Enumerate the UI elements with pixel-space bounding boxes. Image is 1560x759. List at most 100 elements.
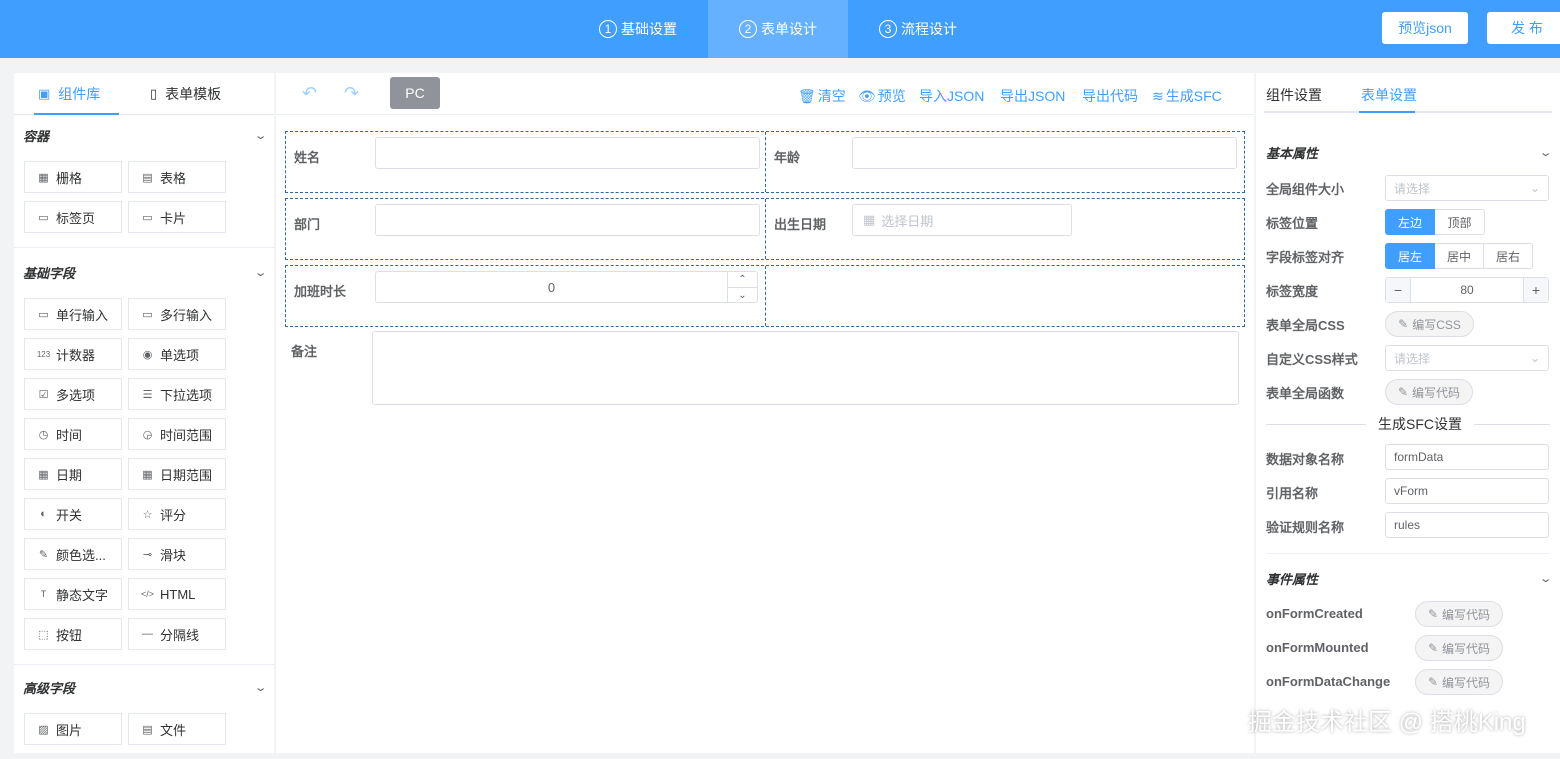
overtime-number-input[interactable]: 0 ⌃ ⌄ — [375, 271, 758, 303]
grid-row[interactable]: 姓名 年龄 — [285, 131, 1245, 193]
widget-label: 时间范围 — [160, 427, 213, 443]
widget-html[interactable]: </> HTML — [128, 578, 226, 610]
label-pos-left[interactable]: 左边 — [1385, 209, 1435, 235]
export-code-button[interactable]: 导出代码 — [1082, 86, 1138, 106]
align-center[interactable]: 居中 — [1435, 243, 1484, 269]
widget-color[interactable]: ✎ 颜色选... — [24, 538, 122, 570]
on-change-edit-button[interactable]: ✎ 编写代码 — [1415, 669, 1503, 695]
widget-static-text[interactable]: T 静态文字 — [24, 578, 122, 610]
pencil-icon: ✎ — [38, 548, 49, 561]
prop-label: 自定义CSS样式 — [1266, 352, 1358, 367]
trash-icon: 🗑 — [798, 87, 816, 104]
widget-table[interactable]: ▤ 表格 — [128, 161, 226, 193]
widget-divider[interactable]: — 分隔线 — [128, 618, 226, 650]
widget-date-range[interactable]: ▦ 日期范围 — [128, 458, 226, 490]
edit-css-button[interactable]: ✎ 编写CSS — [1385, 311, 1474, 337]
preview-button[interactable]: 👁 预览 — [858, 86, 906, 106]
prop-label: 表单全局函数 — [1266, 386, 1345, 401]
name-input[interactable] — [375, 137, 760, 169]
birth-date-picker[interactable]: ▦ 选择日期 — [852, 204, 1072, 236]
widget-switch[interactable]: ◐ 开关 — [24, 498, 122, 530]
decrease-icon[interactable]: ⌄ — [728, 287, 757, 302]
tab-components[interactable]: ▣ 组件库 — [38, 73, 100, 115]
label-pos-top[interactable]: 顶部 — [1435, 209, 1485, 235]
grid-cell[interactable]: 年龄 — [765, 132, 1244, 192]
widget-select[interactable]: ☰ 下拉选项 — [128, 378, 226, 410]
step-basic-settings[interactable]: 1 基础设置 — [568, 0, 708, 58]
calendar-icon: ▦ — [863, 212, 876, 227]
step-number: 2 — [739, 20, 757, 38]
toolbar-label: 清空 — [817, 88, 846, 104]
widget-file[interactable]: ▤ 文件 — [128, 713, 226, 745]
widget-number[interactable]: 123 计数器 — [24, 338, 122, 370]
widget-picture[interactable]: ▨ 图片 — [24, 713, 122, 745]
collapse-title: 事件属性 — [1266, 572, 1319, 587]
widget-label: 开关 — [56, 507, 83, 523]
advanced-section-header[interactable]: 高级字段 ⌄ — [14, 667, 274, 707]
custom-css-select[interactable]: 请选择 ⌄ — [1385, 345, 1549, 371]
tab-templates[interactable]: ▯ 表单模板 — [150, 73, 221, 115]
size-select[interactable]: 请选择 ⌄ — [1385, 175, 1549, 201]
align-right[interactable]: 居右 — [1484, 243, 1533, 269]
widget-time-range[interactable]: ◶ 时间范围 — [128, 418, 226, 450]
basic-section-header[interactable]: 基础字段 ⌄ — [14, 252, 274, 292]
number-stepper[interactable]: ⌃ ⌄ — [727, 272, 757, 302]
widget-date[interactable]: ▦ 日期 — [24, 458, 122, 490]
minus-icon[interactable]: − — [1386, 278, 1410, 302]
label-width-input[interactable]: − 80 + — [1385, 277, 1549, 303]
widget-rate[interactable]: ☆ 评分 — [128, 498, 226, 530]
export-json-button[interactable]: 导出JSON — [1000, 86, 1065, 106]
data-object-input[interactable]: formData — [1385, 444, 1549, 470]
align-left[interactable]: 居左 — [1385, 243, 1435, 269]
pc-layout-button[interactable]: PC — [390, 77, 440, 109]
redo-icon[interactable]: ↷ — [344, 83, 359, 104]
tab-component-settings[interactable]: 组件设置 — [1266, 85, 1322, 105]
undo-icon[interactable]: ↶ — [302, 83, 317, 104]
widget-time[interactable]: ◷ 时间 — [24, 418, 122, 450]
ref-name-input[interactable]: vForm — [1385, 478, 1549, 504]
dept-input[interactable] — [375, 204, 760, 236]
increase-icon[interactable]: ⌃ — [728, 272, 757, 287]
widget-label: 评分 — [160, 507, 187, 523]
widget-grid[interactable]: ▦ 栅格 — [24, 161, 122, 193]
on-mounted-edit-button[interactable]: ✎ 编写代码 — [1415, 635, 1503, 661]
widget-textarea[interactable]: ▭ 多行输入 — [128, 298, 226, 330]
grid-cell[interactable]: 出生日期 ▦ 选择日期 — [765, 199, 1244, 259]
widget-radio[interactable]: ◉ 单选项 — [128, 338, 226, 370]
import-json-button[interactable]: 导入JSON — [919, 86, 984, 106]
basic-fields-section: 基础字段 ⌄ ▭ 单行输入 ▭ 多行输入 123 计数器 ◉ 单选项 ☑ 多选项 ☰ 下拉选… — [14, 252, 274, 665]
generate-sfc-button[interactable]: ≋ 生成SFC — [1152, 86, 1222, 106]
edit-icon: ✎ — [1397, 385, 1409, 399]
step-form-design[interactable]: 2 表单设计 — [708, 0, 848, 58]
grid-cell[interactable]: 加班时长 0 ⌃ ⌄ — [286, 266, 765, 326]
widget-input[interactable]: ▭ 单行输入 — [24, 298, 122, 330]
grid-row[interactable]: 加班时长 0 ⌃ ⌄ — [285, 265, 1245, 327]
grid-cell[interactable] — [765, 266, 1244, 326]
widget-slider[interactable]: ⊸ 滑块 — [128, 538, 226, 570]
watermark: 掘金技术社区 @ 搭桃King — [1248, 709, 1526, 736]
remark-textarea[interactable] — [372, 331, 1239, 405]
basic-props-header[interactable]: 基本属性 ⌄ — [1266, 143, 1552, 162]
preview-json-button[interactable]: 预览json — [1382, 12, 1468, 44]
tab-form-settings[interactable]: 表单设置 — [1361, 85, 1417, 105]
widget-button[interactable]: ⬚ 按钮 — [24, 618, 122, 650]
grid-cell[interactable]: 姓名 — [286, 132, 765, 192]
container-section: 容器 ⌄ ▦ 栅格 ▤ 表格 ▭ 标签页 ▭ 卡片 — [14, 115, 274, 248]
age-input[interactable] — [852, 137, 1237, 169]
grid-cell[interactable]: 部门 — [286, 199, 765, 259]
field-label: 部门 — [294, 217, 321, 232]
widget-checkbox[interactable]: ☑ 多选项 — [24, 378, 122, 410]
publish-button[interactable]: 发 布 — [1487, 12, 1560, 44]
grid-row[interactable]: 部门 出生日期 ▦ 选择日期 — [285, 198, 1245, 260]
plus-icon[interactable]: + — [1524, 278, 1548, 302]
clear-button[interactable]: 🗑 清空 — [798, 86, 846, 106]
edit-func-button[interactable]: ✎ 编写代码 — [1385, 379, 1473, 405]
clock-icon: ◷ — [38, 428, 49, 441]
rules-name-input[interactable]: rules — [1385, 512, 1549, 538]
widget-tabs[interactable]: ▭ 标签页 — [24, 201, 122, 233]
on-created-edit-button[interactable]: ✎ 编写代码 — [1415, 601, 1503, 627]
event-props-header[interactable]: 事件属性 ⌄ — [1266, 569, 1552, 588]
container-section-header[interactable]: 容器 ⌄ — [14, 115, 274, 155]
widget-card[interactable]: ▭ 卡片 — [128, 201, 226, 233]
step-flow-design[interactable]: 3 流程设计 — [848, 0, 988, 58]
